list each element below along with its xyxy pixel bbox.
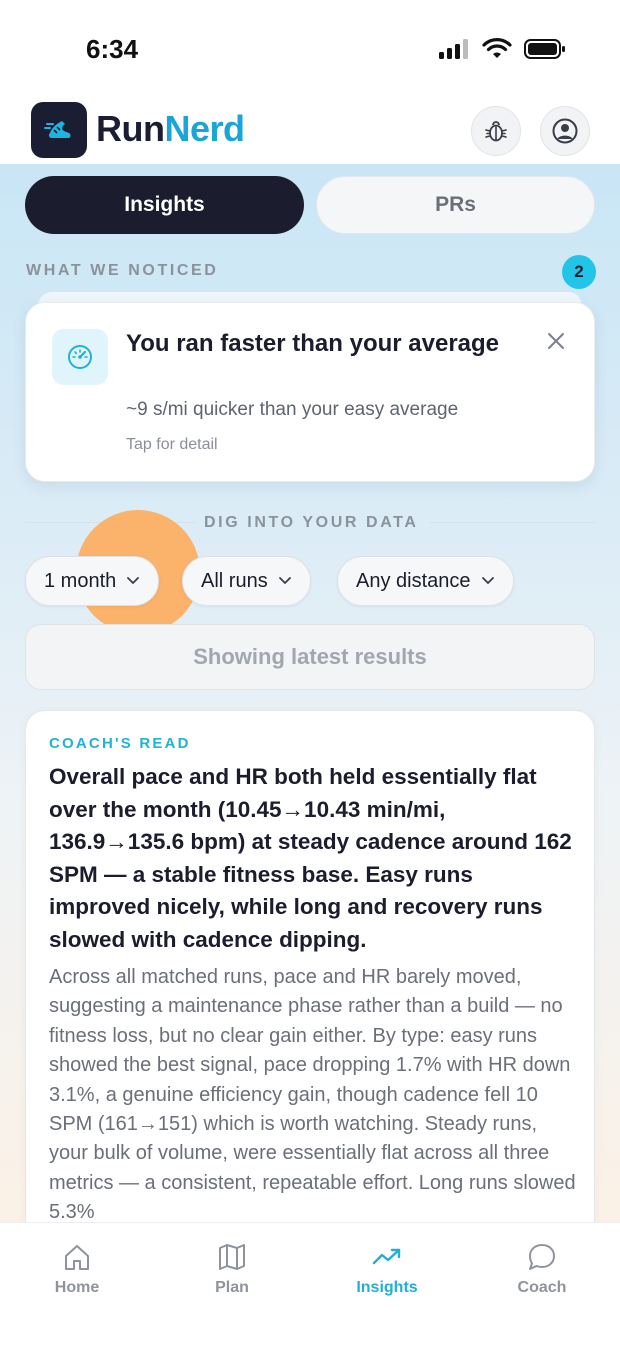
tab-home[interactable]: Home [17, 1241, 137, 1297]
filter-period-label: 1 month [44, 569, 117, 592]
speedometer-icon [68, 345, 92, 369]
what-we-noticed-label: WHAT WE NOTICED [26, 262, 219, 279]
insights-content[interactable]: Insights PRs WHAT WE NOTICED 2 You ran f… [0, 164, 620, 1222]
runner-shoe-icon [44, 121, 71, 138]
chevron-down-icon [278, 577, 291, 585]
user-circle-icon [552, 118, 578, 144]
tab-insights-label: Insights [356, 1279, 418, 1296]
home-icon [65, 1245, 89, 1270]
filter-distance-label: Any distance [356, 569, 471, 592]
notice-title: You ran faster than your average [126, 330, 500, 357]
tab-home-label: Home [54, 1279, 100, 1296]
insight-notice-card[interactable]: You ran faster than your average ~9 s/mi… [25, 302, 595, 482]
coach-read-label: COACH'S READ [49, 735, 191, 752]
status-icons [438, 38, 566, 60]
chevron-down-icon [481, 577, 494, 585]
notice-icon-box [52, 329, 108, 385]
results-status-button[interactable]: Showing latest results [25, 624, 595, 690]
tab-plan[interactable]: Plan [172, 1241, 292, 1297]
notice-subtitle: ~9 s/mi quicker than your easy average [126, 399, 459, 420]
coach-body-text: Across all matched runs, pace and HR bar… [49, 966, 576, 1222]
cellular-signal-icon [439, 39, 468, 59]
bug-icon [485, 121, 507, 142]
tab-prs-segment[interactable]: PRs [316, 176, 595, 234]
notice-count-badge: 2 [562, 255, 596, 289]
coach-read-card: COACH'S READ Overall pace and HR both he… [25, 710, 595, 1222]
tab-insights[interactable]: Insights [327, 1241, 447, 1297]
app-header: RunNerd [0, 100, 620, 164]
filter-run-type-label: All runs [201, 569, 268, 592]
profile-button[interactable] [540, 106, 590, 156]
battery-icon [524, 39, 565, 59]
status-time: 6:34 [86, 34, 139, 64]
wifi-icon [482, 38, 512, 58]
app-name: RunNerd [96, 108, 245, 150]
status-bar: 6:34 [0, 0, 620, 100]
debug-button[interactable] [471, 106, 521, 156]
trend-icon [372, 1248, 401, 1265]
map-icon [219, 1244, 245, 1270]
coach-headline: Overall pace and HR both held essentiall… [49, 764, 572, 952]
app-logo [31, 102, 87, 158]
bottom-tab-bar: Home Plan Insights Coach [0, 1222, 620, 1348]
filter-run-type-chip[interactable]: All runs [182, 556, 311, 606]
chat-icon [529, 1244, 555, 1270]
filter-distance-chip[interactable]: Any distance [337, 556, 514, 606]
tab-coach-label: Coach [517, 1279, 567, 1296]
filter-period-chip[interactable]: 1 month [25, 556, 160, 606]
notice-tap-hint: Tap for detail [126, 436, 218, 453]
tab-coach[interactable]: Coach [482, 1241, 602, 1297]
close-icon[interactable] [544, 329, 568, 353]
app-name-nerd: Nerd [164, 108, 245, 149]
dig-into-data-label: DIG INTO YOUR DATA [204, 514, 419, 531]
divider-right [430, 522, 595, 523]
tab-insights-segment[interactable]: Insights [25, 176, 304, 234]
tab-plan-label: Plan [215, 1279, 249, 1296]
chevron-down-icon [127, 577, 140, 585]
app-name-run: Run [96, 108, 165, 149]
